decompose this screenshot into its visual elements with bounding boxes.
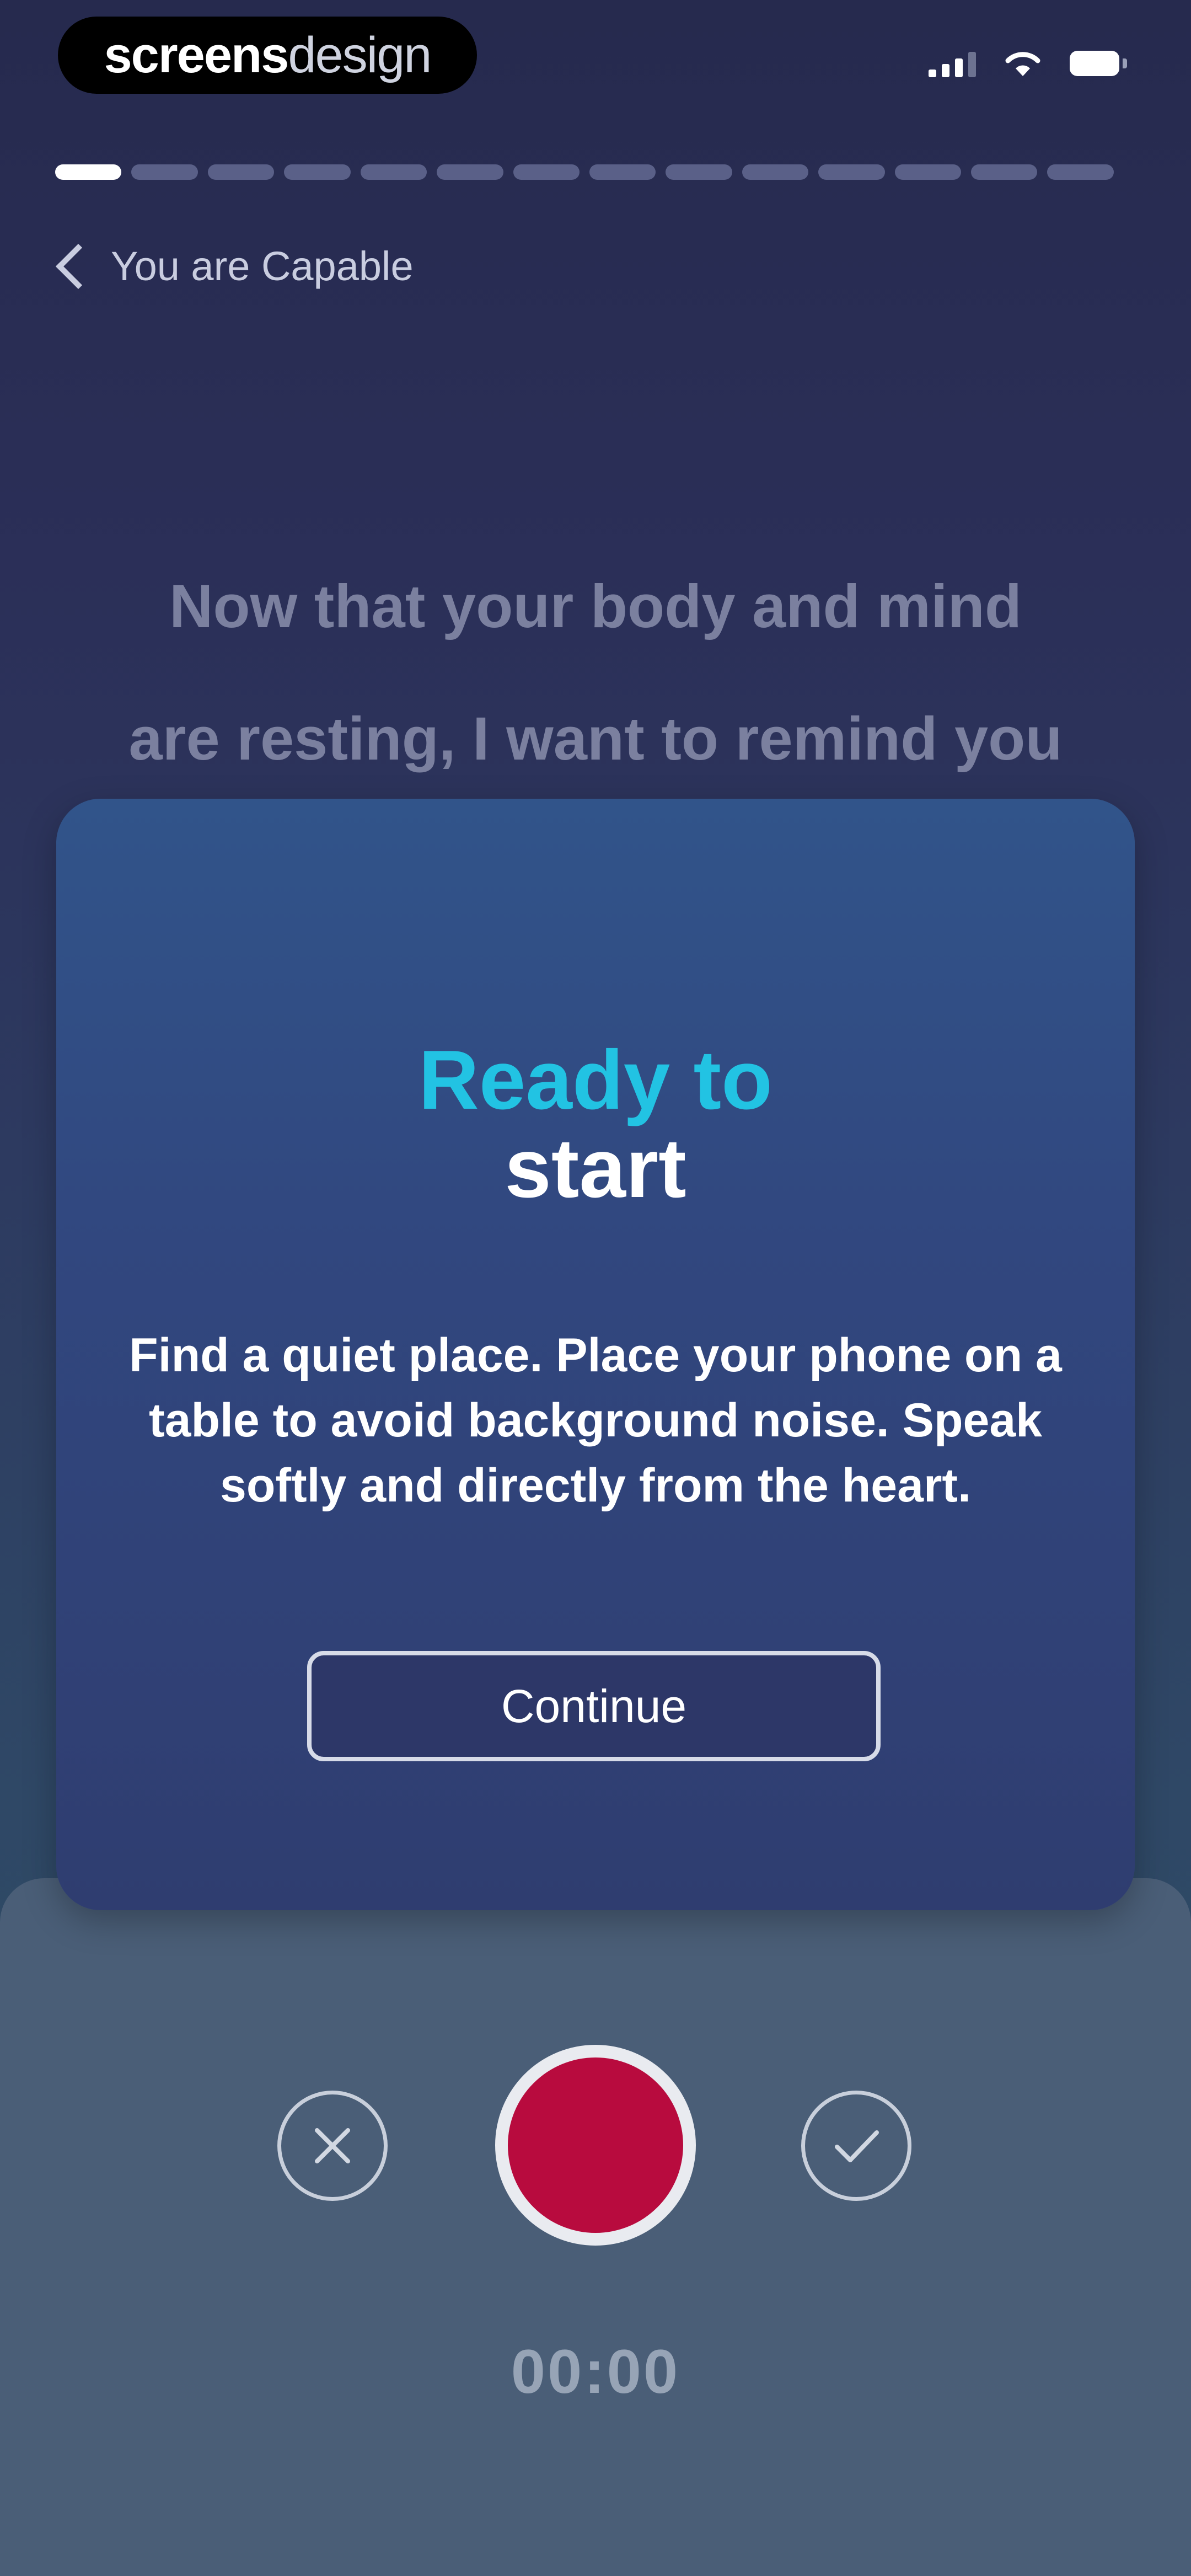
cellular-signal-icon — [929, 50, 976, 77]
progress-segment — [437, 164, 503, 180]
checkmark-icon — [835, 2130, 879, 2162]
status-icons — [929, 49, 1127, 78]
progress-segment — [55, 164, 122, 180]
script-text: Now that your body and mind are resting,… — [77, 541, 1114, 805]
recorder-panel: 00:00 — [0, 1878, 1191, 2576]
card-title-line-2: start — [505, 1121, 686, 1215]
script-line-2: are resting, I want to remind you — [128, 705, 1063, 773]
continue-button[interactable]: Continue — [307, 1651, 881, 1761]
progress-segment — [818, 164, 885, 180]
progress-segment — [360, 164, 427, 180]
logo-text-design: design — [288, 26, 432, 83]
record-button[interactable] — [495, 2045, 696, 2246]
recording-timer: 00:00 — [511, 2337, 680, 2406]
wifi-icon — [1005, 52, 1040, 76]
progress-segment — [1047, 164, 1114, 180]
script-line-1: Now that your body and mind — [169, 573, 1022, 640]
back-button-label: You are Capable — [111, 243, 414, 289]
progress-segment — [894, 164, 962, 180]
ready-to-start-card: Ready to start Find a quiet place. Place… — [56, 799, 1135, 1910]
screensdesign-logo: screens design — [58, 17, 477, 94]
card-title-line-1: Ready to — [419, 1033, 772, 1127]
progress-segment — [971, 164, 1038, 180]
close-icon — [315, 2128, 350, 2163]
logo-text-screens: screens — [104, 26, 289, 83]
progress-segment — [207, 164, 275, 180]
progress-segment — [284, 164, 351, 180]
record-dot-icon — [508, 2057, 683, 2233]
card-title: Ready to start — [56, 1036, 1135, 1212]
progress-segment — [513, 164, 580, 180]
discard-recording-button[interactable] — [277, 2091, 388, 2201]
progress-segment — [666, 164, 732, 180]
recording-screen: screens design You are Capable Now that y… — [0, 0, 1191, 2576]
chevron-left-icon — [55, 243, 101, 289]
battery-icon — [1070, 51, 1127, 76]
confirm-recording-button[interactable] — [801, 2091, 911, 2201]
progress-segment — [742, 164, 809, 180]
progress-segment — [131, 164, 198, 180]
story-progress-bar — [55, 164, 1114, 180]
progress-segment — [589, 164, 656, 180]
back-button[interactable]: You are Capable — [52, 243, 414, 290]
card-instructions: Find a quiet place. Place your phone on … — [129, 1329, 1062, 1512]
